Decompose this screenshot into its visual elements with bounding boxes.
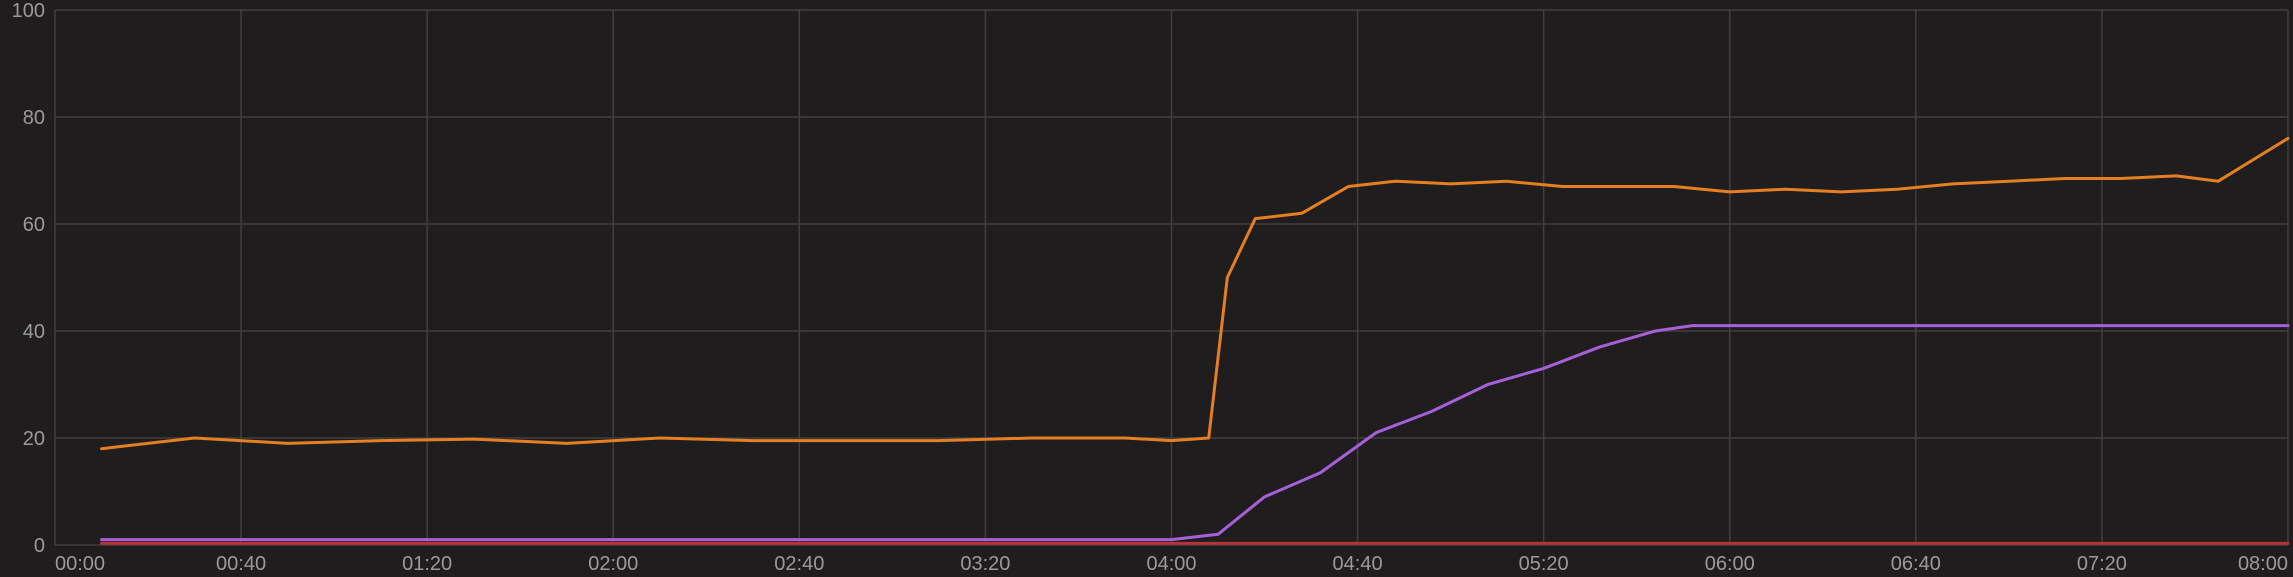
- x-tick-label: 02:40: [774, 553, 824, 575]
- x-tick-label: 05:20: [1519, 553, 1569, 575]
- y-tick-label: 60: [23, 214, 45, 236]
- line-chart: 0 20 40 60 80 100 00:00 00:40 01:20 02:00 02:40 03:…: [0, 0, 2293, 577]
- series-purple: [102, 326, 2288, 540]
- x-tick-label: 04:00: [1146, 553, 1196, 575]
- x-tick-label: 02:00: [588, 553, 638, 575]
- x-tick-label: 07:20: [2077, 553, 2127, 575]
- x-tick-label: 00:40: [216, 553, 266, 575]
- x-tick-label: 01:20: [402, 553, 452, 575]
- x-tick-label: 08:00: [2238, 553, 2288, 575]
- x-tick-label: 00:00: [55, 553, 105, 575]
- y-tick-label: 40: [23, 321, 45, 343]
- x-tick-label: 06:00: [1705, 553, 1755, 575]
- x-tick-label: 06:40: [1891, 553, 1941, 575]
- y-tick-label: 0: [34, 535, 45, 557]
- y-tick-label: 100: [12, 0, 45, 22]
- x-tick-label: 04:40: [1333, 553, 1383, 575]
- y-tick-label: 80: [23, 107, 45, 129]
- chart-container: 0 20 40 60 80 100 00:00 00:40 01:20 02:00 02:40 03:…: [0, 0, 2293, 577]
- series-orange: [102, 138, 2288, 448]
- y-tick-label: 20: [23, 428, 45, 450]
- x-tick-label: 03:20: [960, 553, 1010, 575]
